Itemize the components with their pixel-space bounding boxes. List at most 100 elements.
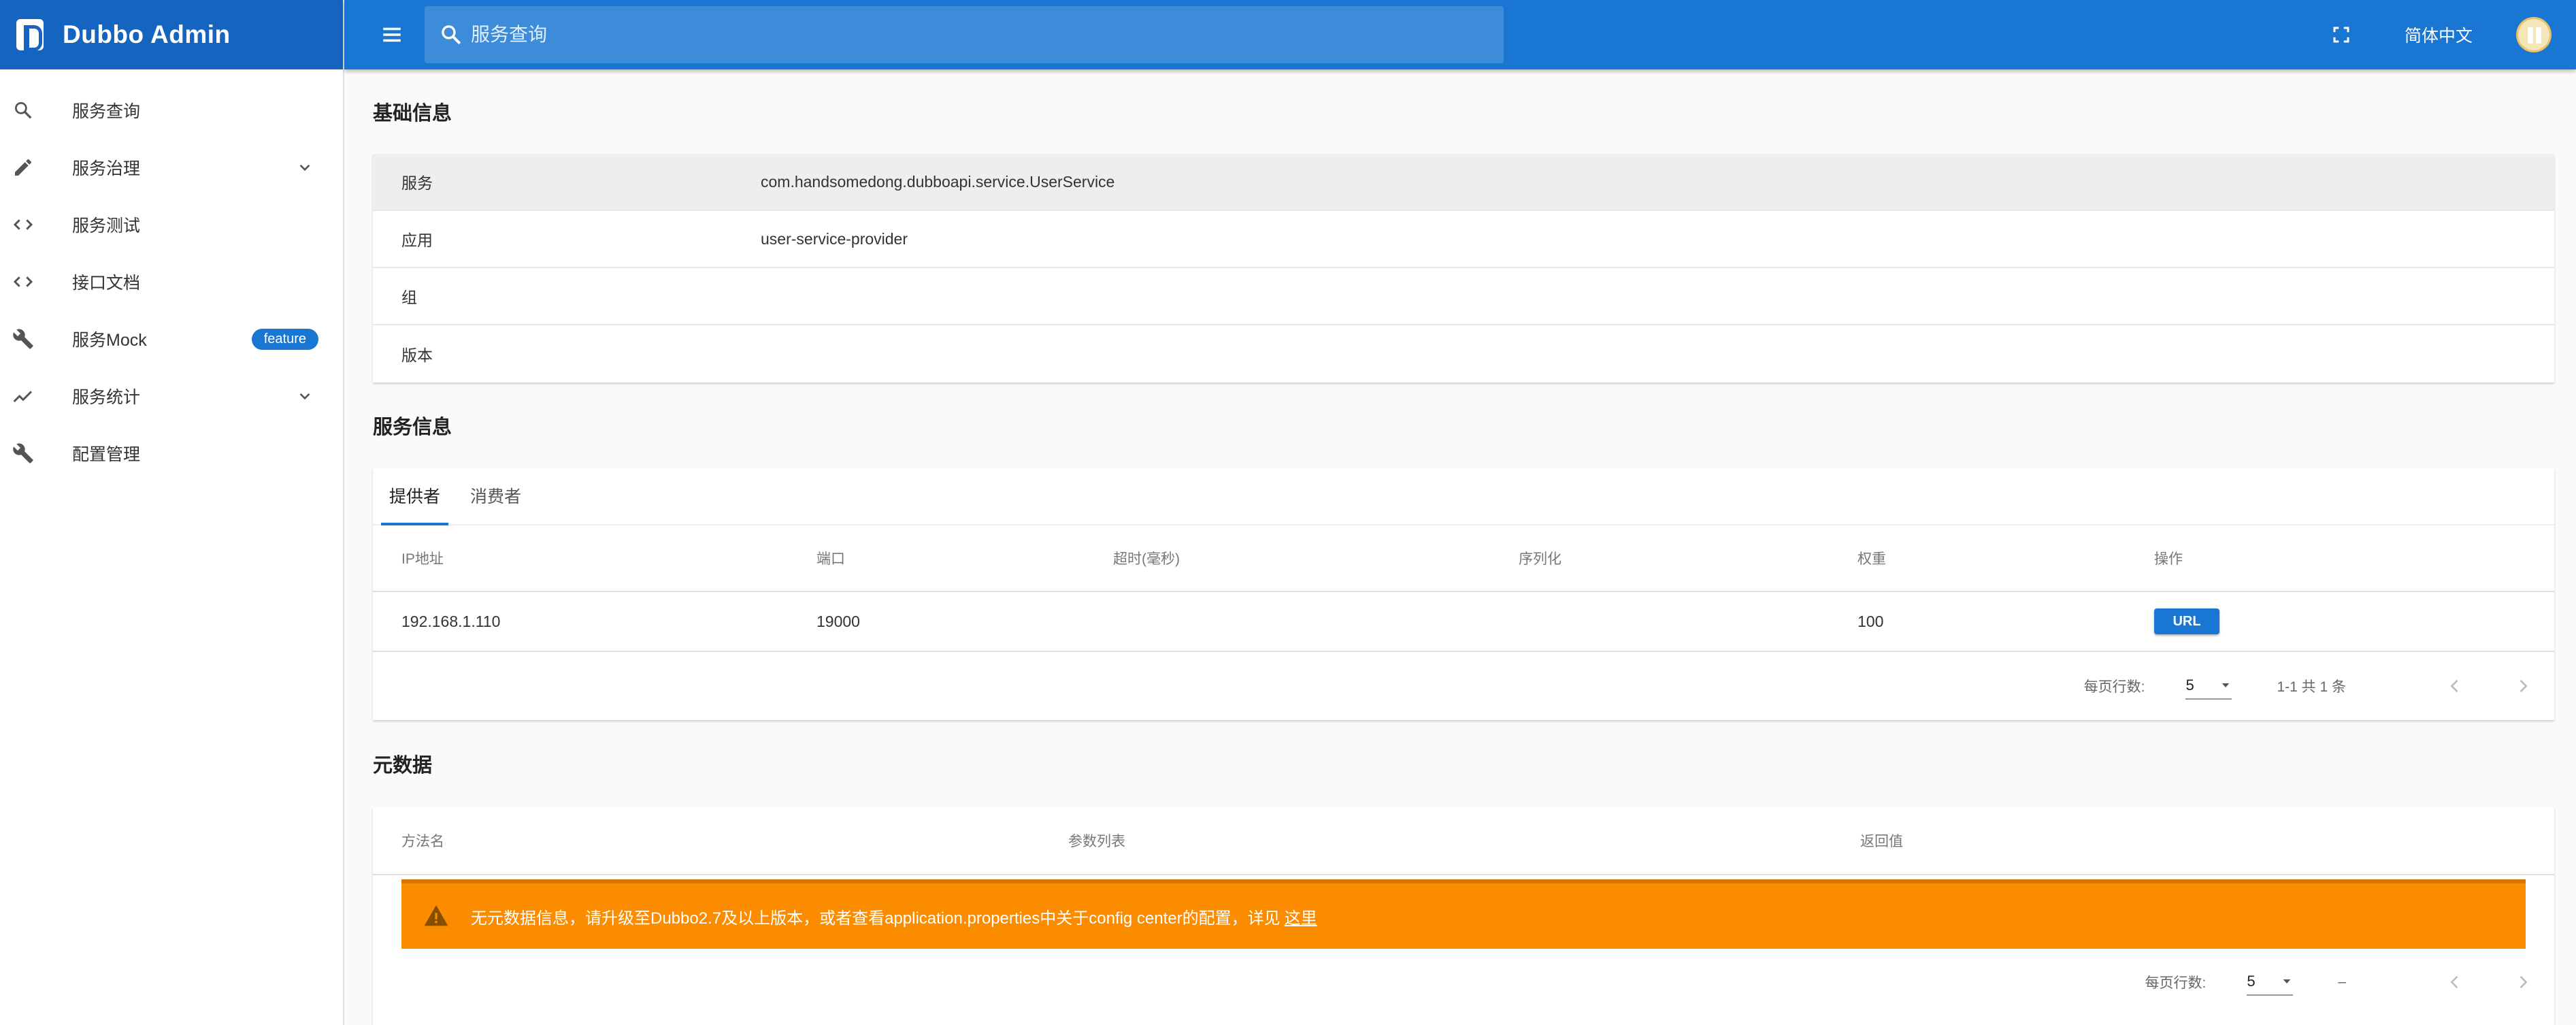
column-header[interactable]: 权重 — [1857, 548, 2154, 568]
info-key: 服务 — [401, 174, 433, 192]
sidebar-item-service-test[interactable]: 服务测试 — [0, 196, 343, 253]
chevron-left-icon — [2450, 975, 2458, 989]
sidebar-item-api-docs[interactable]: 接口文档 — [0, 253, 343, 310]
cell-weight: 100 — [1857, 612, 1884, 630]
avatar[interactable] — [2516, 17, 2552, 52]
rows-per-page-select[interactable]: 5 — [2247, 969, 2294, 996]
header-actions: 简体中文 — [2324, 0, 2576, 69]
column-header[interactable]: 返回值 — [1860, 830, 2200, 851]
cell-action: URL — [2154, 608, 2426, 634]
sidebar-item-service-governance[interactable]: 服务治理 — [0, 139, 343, 196]
sidebar-item-service-mock[interactable]: 服务Mock feature — [0, 310, 343, 368]
main-content: 基础信息 服务 com.handsomedong.dubboapi.servic… — [373, 69, 2554, 1025]
dubbo-logo-icon — [16, 19, 44, 51]
table-header: 方法名 参数列表 返回值 — [373, 807, 2554, 875]
hamburger-icon — [383, 27, 401, 42]
rows-per-page-value: 5 — [2185, 677, 2194, 694]
info-row-service: 服务 com.handsomedong.dubboapi.service.Use… — [373, 154, 2554, 211]
basic-info-title: 基础信息 — [373, 103, 452, 125]
alert-link[interactable]: 这里 — [1285, 905, 1317, 928]
info-key: 版本 — [401, 346, 433, 364]
sidebar-item-label: 服务测试 — [72, 216, 141, 235]
info-value: com.handsomedong.dubboapi.service.UserSe… — [761, 172, 1115, 191]
trending-icon — [10, 383, 37, 410]
sidebar-nav: 服务查询 服务治理 服务测试 接口文档 服务Mock feature 服务统计 … — [0, 69, 343, 482]
url-button[interactable]: URL — [2154, 608, 2219, 634]
pagination: 每页行数: 5 1-1 共 1 条 — [373, 652, 2554, 720]
sidebar-item-label: 服务治理 — [72, 159, 141, 178]
caret-down-icon — [2222, 683, 2230, 687]
column-header: 操作 — [2154, 551, 2183, 567]
caret-down-icon — [2283, 979, 2291, 983]
no-metadata-alert: 无元数据信息，请升级至Dubbo2.7及以上版本，或者查看application… — [401, 879, 2526, 949]
alert-message: 无元数据信息，请升级至Dubbo2.7及以上版本，或者查看application… — [471, 909, 1281, 928]
sidebar-item-config-management[interactable]: 配置管理 — [0, 425, 343, 482]
tab-consumers[interactable]: 消费者 — [462, 467, 529, 524]
prev-page-button[interactable] — [2441, 969, 2468, 996]
code-icon — [10, 268, 37, 295]
menu-toggle-button[interactable] — [371, 14, 412, 55]
chevron-left-icon — [2450, 679, 2458, 693]
info-value: user-service-provider — [761, 229, 908, 248]
next-page-button[interactable] — [2509, 969, 2537, 996]
sidebar-item-label: 接口文档 — [72, 274, 141, 293]
info-row-group: 组 — [373, 268, 2554, 325]
chevron-down-icon[interactable] — [291, 154, 318, 181]
sidebar-item-label: 服务查询 — [72, 102, 141, 121]
table-header: IP地址 端口 超时(毫秒) 序列化 权重 操作 — [373, 525, 2554, 592]
page-range-info: 1-1 共 1 条 — [2277, 679, 2346, 695]
column-header[interactable]: 参数列表 — [1068, 830, 1860, 851]
sidebar-item-service-search[interactable]: 服务查询 — [0, 82, 343, 139]
search-icon — [10, 97, 37, 124]
column-header[interactable]: 序列化 — [1519, 548, 1857, 568]
table-row: 192.168.1.110 19000 100 URL — [373, 592, 2554, 652]
page-range-info: – — [2338, 974, 2346, 990]
code-icon — [10, 211, 37, 238]
sidebar-item-label: 服务Mock — [72, 331, 147, 350]
chevron-down-icon[interactable] — [291, 383, 318, 410]
feature-badge: feature — [251, 328, 318, 350]
fullscreen-button[interactable] — [2324, 18, 2358, 52]
next-page-button[interactable] — [2509, 672, 2537, 700]
rows-per-page-label: 每页行数: — [2145, 975, 2207, 991]
wrench-icon — [10, 440, 37, 467]
basic-info-card: 服务 com.handsomedong.dubboapi.service.Use… — [373, 154, 2554, 383]
prev-page-button[interactable] — [2441, 672, 2468, 700]
column-header[interactable]: 端口 — [816, 548, 1113, 568]
metadata-card: 方法名 参数列表 返回值 无元数据信息，请升级至Dubbo2.7及以上版本，或者… — [373, 807, 2554, 1025]
info-key: 组 — [401, 289, 417, 306]
service-info-card: 提供者 消费者 IP地址 端口 超时(毫秒) 序列化 权重 操作 192.168… — [373, 468, 2554, 720]
tab-providers[interactable]: 提供者 — [381, 467, 449, 525]
top-app-bar: 简体中文 — [344, 0, 2576, 69]
chevron-right-icon — [2520, 975, 2528, 989]
info-row-application: 应用 user-service-provider — [373, 211, 2554, 268]
brand[interactable]: Dubbo Admin — [0, 0, 343, 69]
search-input[interactable] — [471, 24, 1423, 46]
rows-per-page-label: 每页行数: — [2083, 679, 2145, 695]
language-selector[interactable]: 简体中文 — [2405, 22, 2473, 47]
pencil-icon — [10, 154, 37, 181]
sidebar: Dubbo Admin 服务查询 服务治理 服务测试 接口文档 服务Mock f… — [0, 0, 344, 1025]
wrench-icon — [10, 325, 37, 353]
service-tabs: 提供者 消费者 — [373, 468, 2554, 525]
column-header[interactable]: 方法名 — [373, 830, 1068, 851]
info-key: 应用 — [401, 231, 433, 249]
fullscreen-icon — [2333, 27, 2349, 43]
column-header[interactable]: IP地址 — [373, 548, 816, 568]
sidebar-item-label: 配置管理 — [72, 445, 141, 464]
rows-per-page-select[interactable]: 5 — [2185, 672, 2232, 700]
rows-per-page-value: 5 — [2247, 973, 2256, 990]
sidebar-item-service-statistics[interactable]: 服务统计 — [0, 368, 343, 425]
column-header[interactable]: 超时(毫秒) — [1113, 548, 1519, 568]
chevron-right-icon — [2520, 679, 2528, 693]
cell-ip: 192.168.1.110 — [401, 612, 501, 630]
sidebar-item-label: 服务统计 — [72, 388, 141, 407]
search-icon — [442, 25, 461, 45]
service-info-title: 服务信息 — [373, 417, 452, 438]
warning-icon — [422, 902, 450, 930]
info-row-version: 版本 — [373, 325, 2554, 383]
app-title: Dubbo Admin — [63, 20, 231, 48]
metadata-title: 元数据 — [373, 755, 433, 777]
cell-port: 19000 — [816, 612, 860, 630]
search-box[interactable] — [425, 6, 1504, 63]
